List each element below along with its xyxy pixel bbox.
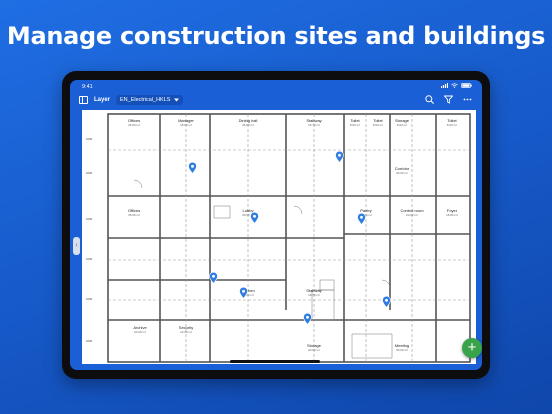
room-label: Storage 20.00 m²: [307, 343, 321, 352]
tablet-frame: 9:41 Layer EN_Electrical_HKLS 1000 1000 …: [62, 71, 490, 379]
room-label: Storage 8.00 m²: [395, 118, 409, 127]
signal-icon: [441, 83, 448, 88]
chevron-down-icon: [174, 98, 180, 102]
search-icon[interactable]: [425, 95, 434, 104]
room-area: 12.00 m²: [180, 330, 192, 334]
room-label: Toilet 8.00 m²: [373, 118, 383, 127]
more-icon[interactable]: [463, 95, 472, 104]
room-label: Toilet 8.00 m²: [447, 118, 457, 127]
room-label: Stairway 16.70 m²: [306, 288, 321, 297]
system-indicators: [441, 83, 472, 88]
location-pin-icon[interactable]: [335, 151, 344, 163]
room-label: Offices 45.00 m²: [128, 208, 140, 217]
location-pin-icon[interactable]: [209, 272, 218, 284]
room-label: Meeting 30.00 m²: [395, 343, 409, 352]
room-area: 20.00 m²: [134, 330, 146, 334]
room-label: Dining hall 35.00 m²: [239, 118, 258, 127]
location-pin-icon[interactable]: [382, 296, 391, 308]
toolbar: Layer EN_Electrical_HKLS: [70, 92, 482, 109]
room-label: Toilet 8.00 m²: [350, 118, 360, 127]
room-area: 16.00 m²: [180, 123, 192, 127]
room-area: 18.00 m²: [446, 213, 458, 217]
room-label: Control room 20.00 m²: [400, 208, 423, 217]
room-area: 16.70 m²: [308, 123, 320, 127]
room-label: Archive 20.00 m²: [133, 325, 146, 334]
layer-label: Layer: [94, 97, 111, 103]
room-label: Foyer 18.00 m²: [446, 208, 458, 217]
battery-icon: [461, 83, 472, 88]
room-area: 40.00 m²: [396, 171, 408, 175]
room-area: 20.00 m²: [308, 348, 320, 352]
svg-text:1000: 1000: [86, 171, 93, 175]
room-area: 16.70 m²: [308, 293, 320, 297]
layer-dropdown[interactable]: EN_Electrical_HKLS: [116, 95, 184, 105]
svg-text:1000: 1000: [86, 339, 93, 343]
filter-icon[interactable]: [444, 95, 453, 104]
svg-text:1000: 1000: [86, 217, 93, 221]
add-button[interactable]: +: [462, 338, 482, 358]
room-area: 30.00 m²: [396, 348, 408, 352]
room-area: 8.00 m²: [396, 123, 408, 127]
status-time: 9:41: [82, 84, 93, 90]
headline: Manage construction sites and buildings: [6, 22, 546, 50]
location-pin-icon[interactable]: [303, 313, 312, 325]
location-pin-icon[interactable]: [357, 213, 366, 225]
room-area: 8.00 m²: [349, 123, 361, 127]
room-label: Offices 25.00 m²: [128, 118, 140, 127]
room-label: Manager 16.00 m²: [178, 118, 194, 127]
svg-text:1000: 1000: [86, 137, 93, 141]
room-label: Corridor 40.00 m²: [395, 166, 409, 175]
room-area: 45.00 m²: [128, 213, 140, 217]
svg-text:1000: 1000: [86, 257, 93, 261]
wifi-icon: [451, 83, 458, 88]
location-pin-icon[interactable]: [188, 162, 197, 174]
location-pin-icon[interactable]: [239, 287, 248, 299]
sidebar-toggle-chevron-left-icon[interactable]: ‹: [73, 237, 80, 255]
room-area: 8.00 m²: [372, 123, 384, 127]
room-label: Security 12.00 m²: [179, 325, 193, 334]
room-area: 8.00 m²: [446, 123, 458, 127]
svg-text:1000: 1000: [86, 297, 93, 301]
room-area: 20.00 m²: [406, 213, 418, 217]
room-area: 35.00 m²: [242, 123, 254, 127]
home-indicator: [230, 360, 320, 363]
room-label: Stairway 16.70 m²: [306, 118, 321, 127]
status-bar: 9:41: [70, 80, 482, 92]
floor-plan[interactable]: 1000 1000 1000 1000 1000 1000 Offices 25.00 …: [82, 110, 476, 364]
layer-value: EN_Electrical_HKLS: [120, 97, 171, 103]
location-pin-icon[interactable]: [250, 212, 259, 224]
app-screen: 9:41 Layer EN_Electrical_HKLS 1000 1000 …: [70, 80, 482, 370]
room-area: 25.00 m²: [128, 123, 140, 127]
sidebar-icon[interactable]: [79, 96, 88, 104]
